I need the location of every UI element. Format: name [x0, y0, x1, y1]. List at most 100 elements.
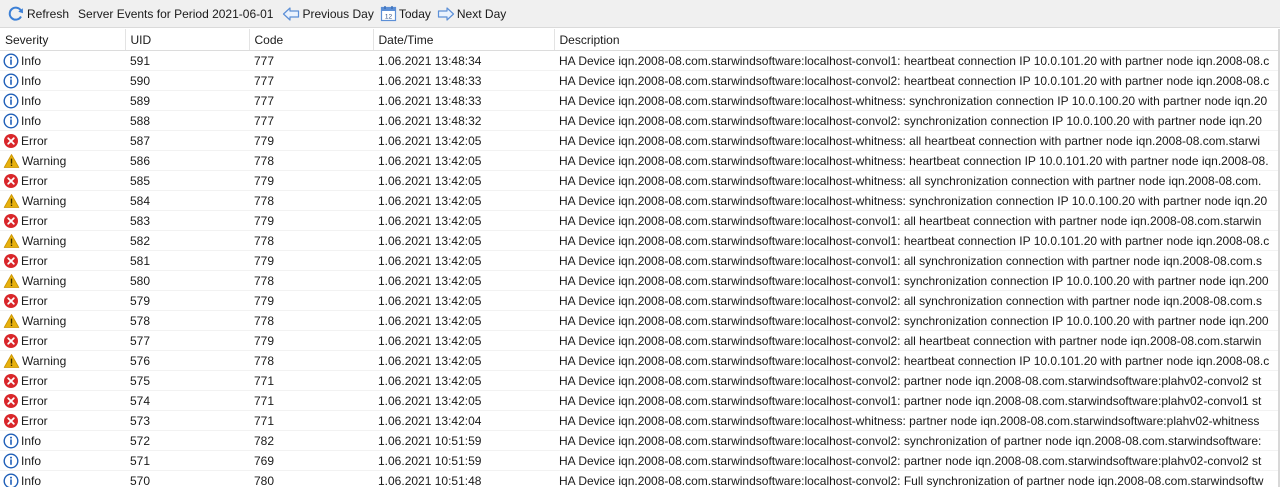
error-icon: [4, 213, 18, 228]
severity-cell: Error: [0, 170, 125, 191]
severity-cell: Error: [0, 390, 125, 411]
code-cell: 779: [249, 210, 373, 231]
severity-label: Error: [21, 413, 48, 428]
description-cell: HA Device iqn.2008-08.com.starwindsoftwa…: [554, 70, 1278, 91]
datetime-cell: 1.06.2021 13:42:05: [373, 250, 554, 271]
table-row[interactable]: Info 590 777 1.06.2021 13:48:33 HA Device iq…: [0, 70, 1278, 91]
description-cell: HA Device iqn.2008-08.com.starwindsoftwa…: [554, 330, 1278, 351]
previous-day-button[interactable]: Previous Day: [279, 3, 376, 25]
toolbar: Refresh Server Events for Period 2021-06…: [0, 0, 1280, 28]
arrow-left-icon: [283, 6, 300, 21]
datetime-cell: 1.06.2021 13:48:34: [373, 50, 554, 71]
today-button[interactable]: 12 Today: [377, 3, 434, 25]
table-row[interactable]: Warning 580 778 1.06.2021 13:42:05 HA Device…: [0, 270, 1278, 291]
severity-cell: Error: [0, 290, 125, 311]
description-cell: HA Device iqn.2008-08.com.starwindsoftwa…: [554, 110, 1278, 131]
code-cell: 778: [249, 310, 373, 331]
severity-cell: Warning: [0, 270, 125, 291]
warning-icon: [3, 313, 20, 328]
table-row[interactable]: Warning 578 778 1.06.2021 13:42:05 HA Device…: [0, 310, 1278, 331]
datetime-cell: 1.06.2021 13:42:05: [373, 310, 554, 331]
severity-cell: Info: [0, 70, 125, 91]
uid-cell: 580: [125, 270, 249, 291]
column-header-severity[interactable]: Severity: [0, 29, 126, 51]
uid-cell: 575: [125, 370, 249, 391]
info-icon: [3, 92, 19, 109]
error-icon: [4, 293, 18, 308]
description-cell: HA Device iqn.2008-08.com.starwindsoftwa…: [554, 250, 1278, 271]
column-header-datetime[interactable]: Date/Time: [373, 29, 555, 51]
severity-label: Info: [21, 53, 42, 68]
next-day-label: Next Day: [456, 6, 507, 21]
info-icon: [3, 432, 19, 449]
table-row[interactable]: Info 570 780 1.06.2021 10:51:48 HA Device iq…: [0, 470, 1278, 487]
error-icon: [4, 413, 18, 428]
uid-cell: 591: [125, 50, 249, 71]
description-cell: HA Device iqn.2008-08.com.starwindsoftwa…: [554, 170, 1278, 191]
table-row[interactable]: Error 573 771 1.06.2021 13:42:04 HA Device i…: [0, 410, 1278, 431]
uid-cell: 577: [125, 330, 249, 351]
table-row[interactable]: Error 581 779 1.06.2021 13:42:05 HA Device i…: [0, 250, 1278, 271]
severity-label: Warning: [22, 193, 67, 208]
uid-cell: 576: [125, 350, 249, 371]
error-icon: [4, 253, 18, 268]
severity-label: Warning: [22, 153, 67, 168]
table-row[interactable]: Error 579 779 1.06.2021 13:42:05 HA Device i…: [0, 290, 1278, 311]
table-row[interactable]: Error 585 779 1.06.2021 13:42:05 HA Device i…: [0, 170, 1278, 191]
table-row[interactable]: Error 587 779 1.06.2021 13:42:05 HA Device i…: [0, 130, 1278, 151]
severity-cell: Error: [0, 410, 125, 431]
today-label: Today: [398, 6, 431, 21]
datetime-cell: 1.06.2021 13:42:05: [373, 330, 554, 351]
code-cell: 777: [249, 110, 373, 131]
datetime-cell: 1.06.2021 13:42:05: [373, 270, 554, 291]
severity-label: Error: [21, 373, 48, 388]
next-day-button[interactable]: Next Day: [434, 3, 509, 25]
code-cell: 782: [249, 430, 373, 451]
table-row[interactable]: Error 574 771 1.06.2021 13:42:05 HA Device i…: [0, 390, 1278, 411]
period-title: Server Events for Period 2021-06-01: [78, 6, 274, 21]
column-header-uid[interactable]: UID: [125, 29, 250, 51]
uid-cell: 579: [125, 290, 249, 311]
table-row[interactable]: Error 577 779 1.06.2021 13:42:05 HA Device i…: [0, 330, 1278, 351]
code-cell: 780: [249, 470, 373, 487]
severity-label: Info: [21, 73, 42, 88]
severity-label: Info: [21, 473, 42, 487]
table-row[interactable]: Warning 584 778 1.06.2021 13:42:05 HA Device…: [0, 190, 1278, 211]
datetime-cell: 1.06.2021 13:42:05: [373, 230, 554, 251]
datetime-cell: 1.06.2021 10:51:48: [373, 470, 554, 487]
uid-cell: 587: [125, 130, 249, 151]
column-header-code[interactable]: Code: [249, 29, 374, 51]
table-row[interactable]: Warning 586 778 1.06.2021 13:42:05 HA Device…: [0, 150, 1278, 171]
table-row[interactable]: Info 572 782 1.06.2021 10:51:59 HA Device iq…: [0, 430, 1278, 451]
code-cell: 778: [249, 270, 373, 291]
description-cell: HA Device iqn.2008-08.com.starwindsoftwa…: [554, 410, 1278, 431]
severity-label: Error: [21, 213, 48, 228]
severity-label: Info: [21, 93, 42, 108]
severity-cell: Info: [0, 90, 125, 111]
table-row[interactable]: Error 575 771 1.06.2021 13:42:05 HA Device i…: [0, 370, 1278, 391]
column-header-description[interactable]: Description: [554, 29, 1279, 51]
description-cell: HA Device iqn.2008-08.com.starwindsoftwa…: [554, 210, 1278, 231]
datetime-cell: 1.06.2021 13:42:05: [373, 290, 554, 311]
code-cell: 779: [249, 250, 373, 271]
uid-cell: 588: [125, 110, 249, 131]
description-cell: HA Device iqn.2008-08.com.starwindsoftwa…: [554, 370, 1278, 391]
severity-label: Error: [21, 293, 48, 308]
refresh-button[interactable]: Refresh: [4, 3, 72, 25]
table-row[interactable]: Info 588 777 1.06.2021 13:48:32 HA Device iq…: [0, 110, 1278, 131]
description-cell: HA Device iqn.2008-08.com.starwindsoftwa…: [554, 350, 1278, 371]
table-row[interactable]: Info 571 769 1.06.2021 10:51:59 HA Device iq…: [0, 450, 1278, 471]
table-row[interactable]: Error 583 779 1.06.2021 13:42:05 HA Device i…: [0, 210, 1278, 231]
severity-cell: Info: [0, 430, 125, 451]
severity-label: Info: [21, 433, 42, 448]
uid-cell: 589: [125, 90, 249, 111]
table-row[interactable]: Info 589 777 1.06.2021 13:48:33 HA Device iq…: [0, 90, 1278, 111]
description-cell: HA Device iqn.2008-08.com.starwindsoftwa…: [554, 310, 1278, 331]
severity-label: Warning: [22, 313, 67, 328]
datetime-cell: 1.06.2021 13:48:33: [373, 90, 554, 111]
table-row[interactable]: Info 591 777 1.06.2021 13:48:34 HA Device iq…: [0, 50, 1278, 71]
description-cell: HA Device iqn.2008-08.com.starwindsoftwa…: [554, 130, 1278, 151]
events-table: Severity UID Code Date/Time Description …: [0, 29, 1279, 487]
table-row[interactable]: Warning 582 778 1.06.2021 13:42:05 HA Device…: [0, 230, 1278, 251]
table-row[interactable]: Warning 576 778 1.06.2021 13:42:05 HA Device…: [0, 350, 1278, 371]
